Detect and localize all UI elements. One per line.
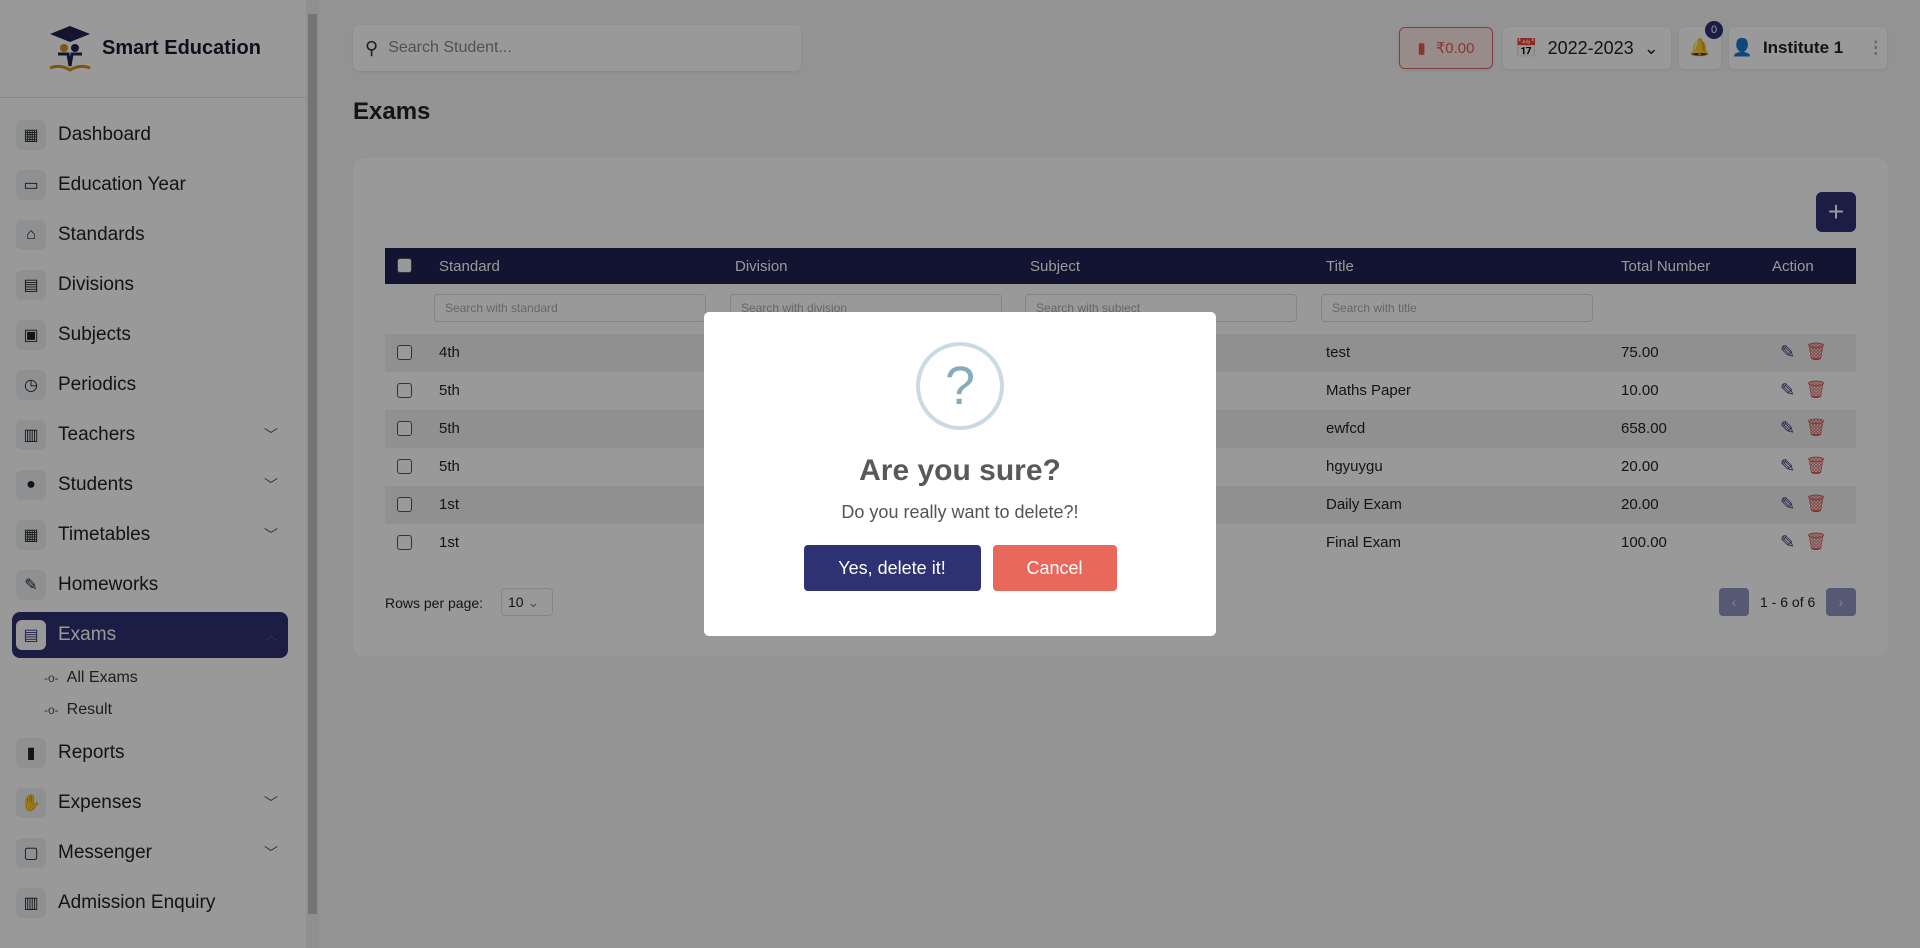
confirm-delete-dialog: ? Are you sure? Do you really want to de…	[704, 312, 1216, 636]
question-icon: ?	[916, 342, 1004, 430]
confirm-delete-button[interactable]: Yes, delete it!	[803, 545, 981, 591]
dialog-text: Do you really want to delete?!	[841, 502, 1079, 522]
dialog-title: Are you sure?	[859, 454, 1061, 487]
cancel-button[interactable]: Cancel	[992, 545, 1117, 591]
